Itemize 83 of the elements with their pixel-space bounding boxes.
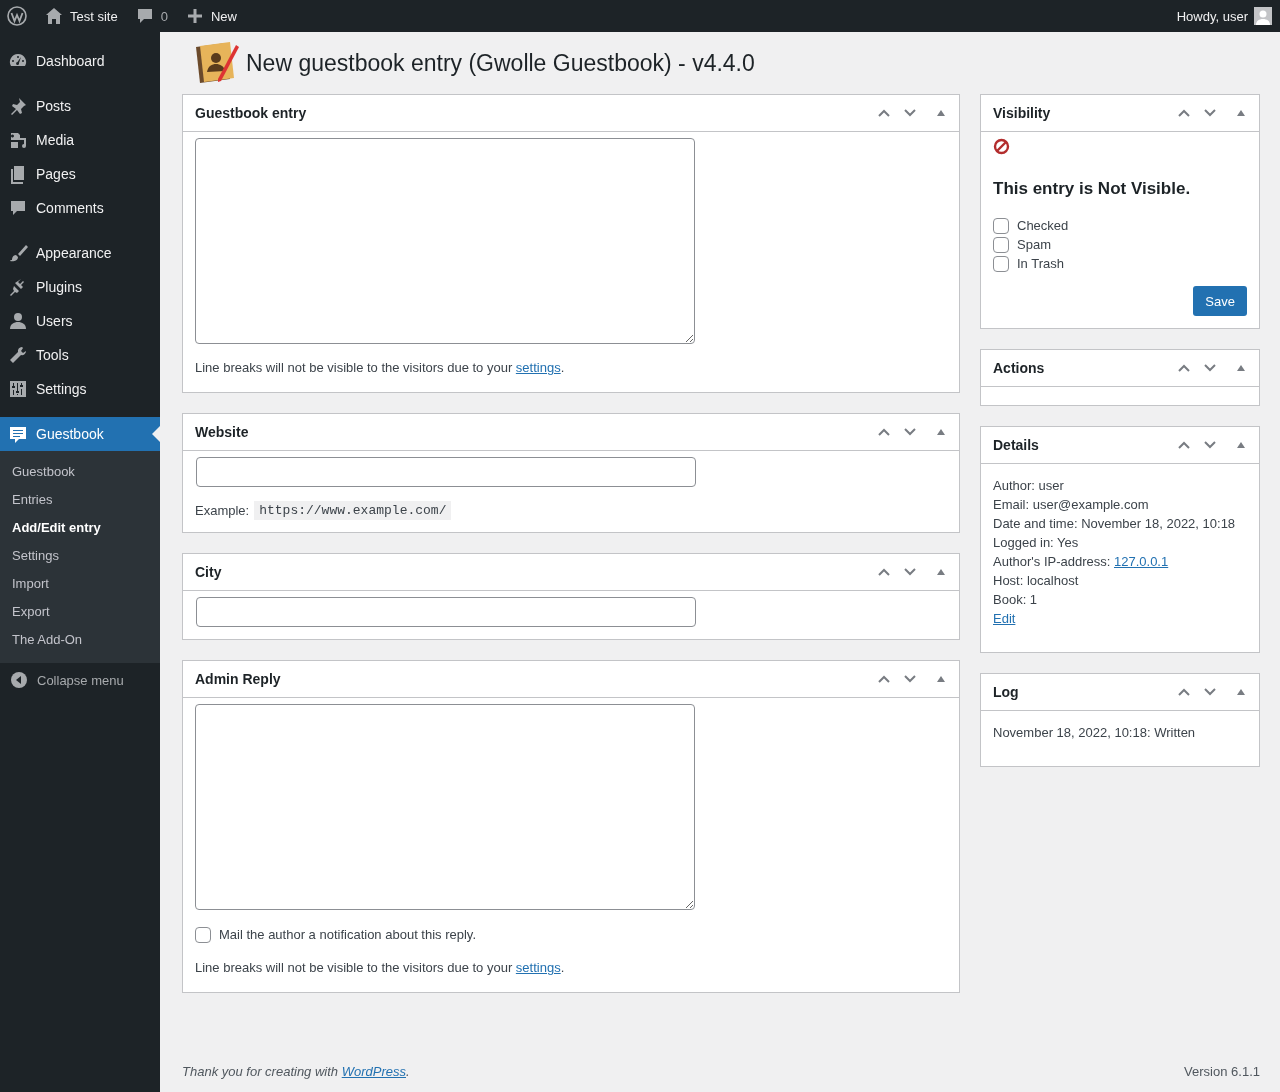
triangle-up-icon bbox=[936, 674, 946, 684]
checkbox[interactable] bbox=[993, 255, 1009, 272]
speech-bubble-icon bbox=[8, 198, 28, 218]
new-link[interactable]: New bbox=[184, 6, 237, 26]
submenu-item[interactable]: Add/Edit entry bbox=[0, 514, 160, 542]
box-title: Admin Reply bbox=[195, 671, 282, 687]
box-title: Website bbox=[195, 424, 250, 440]
triangle-up-icon bbox=[936, 427, 946, 437]
detail-text: Host: localhost bbox=[993, 572, 1079, 590]
checkbox-label: In Trash bbox=[1017, 256, 1064, 271]
detail-text: Logged in: Yes bbox=[993, 534, 1079, 552]
triangle-up-icon bbox=[936, 108, 946, 118]
sliders-icon bbox=[8, 379, 28, 399]
box-title: Guestbook entry bbox=[195, 105, 308, 121]
settings-link[interactable]: settings bbox=[515, 960, 561, 975]
visibility-status: This entry is Not Visible. bbox=[993, 179, 1192, 199]
triangle-up-icon bbox=[1236, 108, 1246, 118]
detail-text: Date and time: November 18, 2022, 10:18 bbox=[993, 515, 1236, 533]
menu-item[interactable]: Appearance bbox=[0, 236, 160, 270]
box-title: City bbox=[195, 564, 223, 580]
menu-item[interactable]: Posts bbox=[0, 89, 160, 123]
checkbox-label: Mail the author a notification about this reply. bbox=[219, 927, 477, 942]
submenu-item[interactable]: The Add-On bbox=[0, 626, 160, 654]
wordpress-link[interactable]: WordPress bbox=[341, 1064, 406, 1079]
wrench-icon bbox=[8, 345, 28, 365]
menu-item[interactable]: Tools bbox=[0, 338, 160, 372]
collapse-menu-button[interactable]: Collapse menu bbox=[0, 663, 130, 697]
home-icon bbox=[44, 6, 64, 26]
help-text: Line breaks will not be visible to the visitors due to your settings. bbox=[195, 359, 566, 377]
menu-item[interactable]: Pages bbox=[0, 157, 160, 191]
example-label: Example: bbox=[195, 502, 250, 518]
box-title: Visibility bbox=[993, 105, 1052, 121]
input-field[interactable] bbox=[196, 457, 696, 487]
footer-text: Thank you for creating with WordPress. bbox=[182, 1064, 410, 1079]
submenu-item[interactable]: Import bbox=[0, 570, 160, 598]
detail-text: Author: user bbox=[993, 477, 1064, 495]
user-icon bbox=[8, 311, 28, 331]
checkbox[interactable] bbox=[195, 926, 211, 943]
box-title: Actions bbox=[993, 360, 1046, 376]
menu-item[interactable]: Comments bbox=[0, 191, 160, 225]
logo-link[interactable] bbox=[7, 6, 27, 26]
menu-item[interactable]: Users bbox=[0, 304, 160, 338]
save-button[interactable]: Save bbox=[1193, 286, 1247, 316]
submenu-item[interactable]: Entries bbox=[0, 486, 160, 514]
box-title: Log bbox=[993, 684, 1020, 700]
collapse-icon bbox=[9, 670, 29, 690]
page-title: New guestbook entry (Gwolle Guestbook) - v4.4.0 bbox=[246, 49, 755, 77]
settings-link[interactable]: settings bbox=[515, 360, 561, 375]
message-icon bbox=[8, 424, 28, 444]
comments-link[interactable]: 0 bbox=[134, 6, 168, 26]
media-icon bbox=[8, 130, 28, 150]
triangle-up-icon bbox=[936, 567, 946, 577]
submenu-item[interactable]: Settings bbox=[0, 542, 160, 570]
menu-item[interactable]: Dashboard bbox=[0, 44, 160, 78]
input-field[interactable] bbox=[196, 597, 696, 627]
detail-text: Email: user@example.com bbox=[993, 496, 1149, 514]
detail-text: Book: 1 bbox=[993, 591, 1038, 609]
detail-text: November 18, 2022, 10:18: Written bbox=[993, 724, 1196, 742]
brush-icon bbox=[8, 243, 28, 263]
comment-count: 0 bbox=[160, 8, 168, 24]
ip-address-link[interactable]: 127.0.0.1 bbox=[1114, 554, 1169, 569]
box-title: Details bbox=[993, 437, 1040, 453]
checkbox-label: Spam bbox=[1017, 237, 1051, 252]
example-url: https://www.example.com/ bbox=[254, 500, 452, 520]
triangle-up-icon bbox=[1236, 363, 1246, 373]
triangle-up-icon bbox=[1236, 440, 1246, 450]
checkbox[interactable] bbox=[993, 217, 1009, 234]
site-link[interactable]: Test site bbox=[44, 6, 118, 26]
menu-item[interactable]: Settings bbox=[0, 372, 160, 406]
checkbox-label: Checked bbox=[1017, 218, 1069, 233]
triangle-up-icon bbox=[1236, 687, 1246, 697]
version-text: Version 6.1.1 bbox=[1184, 1064, 1260, 1079]
menu-item[interactable]: Media bbox=[0, 123, 160, 157]
account-link[interactable]: Howdy, user bbox=[1176, 7, 1272, 25]
logo-icon bbox=[7, 6, 27, 26]
help-text: Line breaks will not be visible to the visitors due to your settings. bbox=[195, 959, 566, 977]
detail-text: Author's IP-address: 127.0.0.1 bbox=[993, 553, 1169, 571]
menu-item[interactable]: Plugins bbox=[0, 270, 160, 304]
submenu-item[interactable]: Export bbox=[0, 598, 160, 626]
submenu-item[interactable]: Guestbook bbox=[0, 458, 160, 486]
edit-link[interactable]: Edit bbox=[993, 609, 1016, 628]
checkbox[interactable] bbox=[993, 236, 1009, 253]
menu-item[interactable]: Guestbook bbox=[0, 417, 160, 451]
